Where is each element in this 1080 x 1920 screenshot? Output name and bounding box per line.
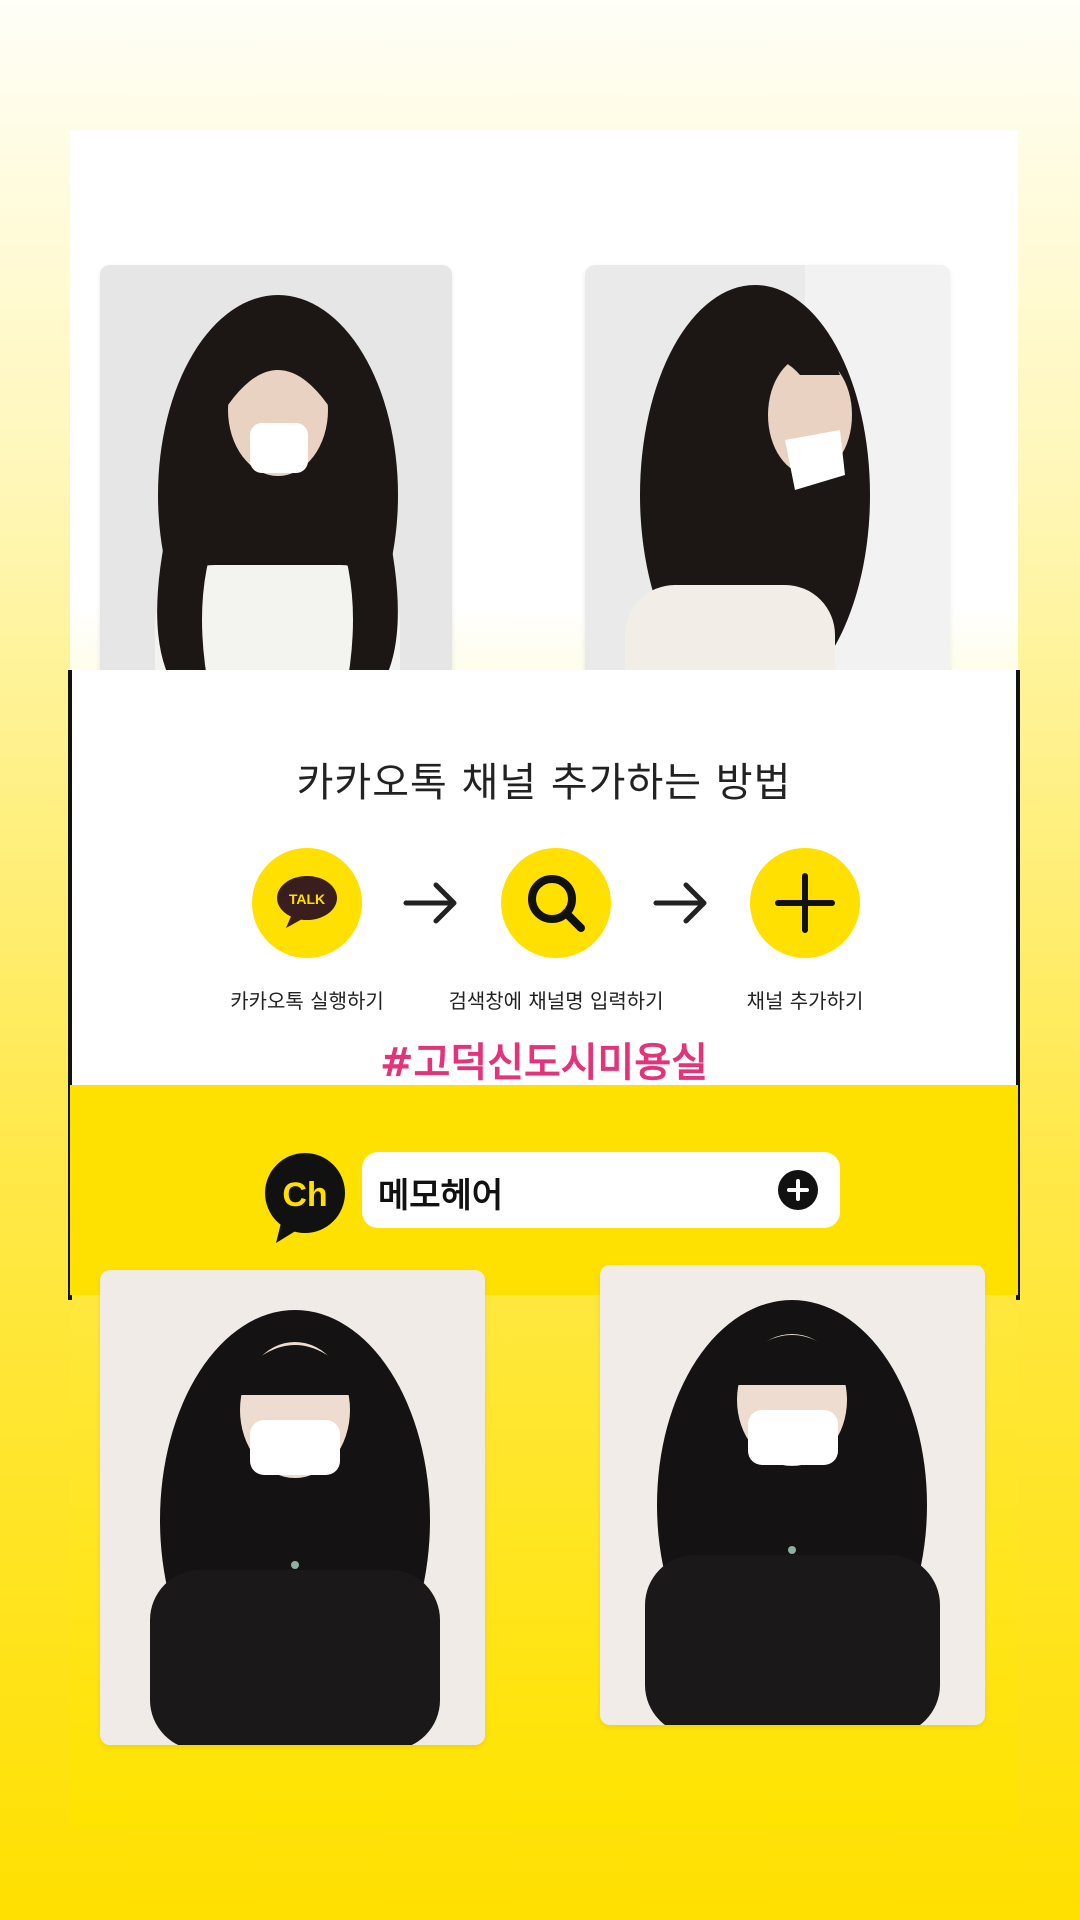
step-search (501, 848, 611, 958)
kakao-channel-logo-icon: Ch (265, 1153, 345, 1243)
add-circle-icon (787, 1179, 809, 1201)
ch-logo-text: Ch (282, 1176, 327, 1214)
arrow-right-icon (403, 882, 457, 924)
photo-bottom-right (600, 1265, 985, 1725)
step-talk: TALK (252, 848, 362, 958)
channel-search-field[interactable]: 메모헤어 (362, 1152, 840, 1228)
add-channel-button[interactable] (778, 1170, 818, 1210)
step-label-search: 검색창에 채널명 입력하기 (448, 989, 664, 1013)
arrow-right-icon (653, 882, 707, 924)
guide-title: 카카오톡 채널 추가하는 방법 (296, 760, 792, 806)
photo-top-left (100, 265, 452, 728)
plus-icon (775, 873, 835, 933)
talk-icon: TALK (277, 876, 337, 928)
step-add (750, 848, 860, 958)
hashtag-text: #고덕신도시미용실 (380, 1040, 708, 1086)
channel-search-query: 메모헤어 (378, 1176, 504, 1216)
step-label-talk: 카카오톡 실행하기 (230, 989, 384, 1013)
search-icon (528, 875, 585, 932)
talk-icon-text: TALK (289, 891, 325, 907)
step-label-add: 채널 추가하기 (746, 989, 864, 1013)
photo-bottom-left (100, 1270, 485, 1745)
